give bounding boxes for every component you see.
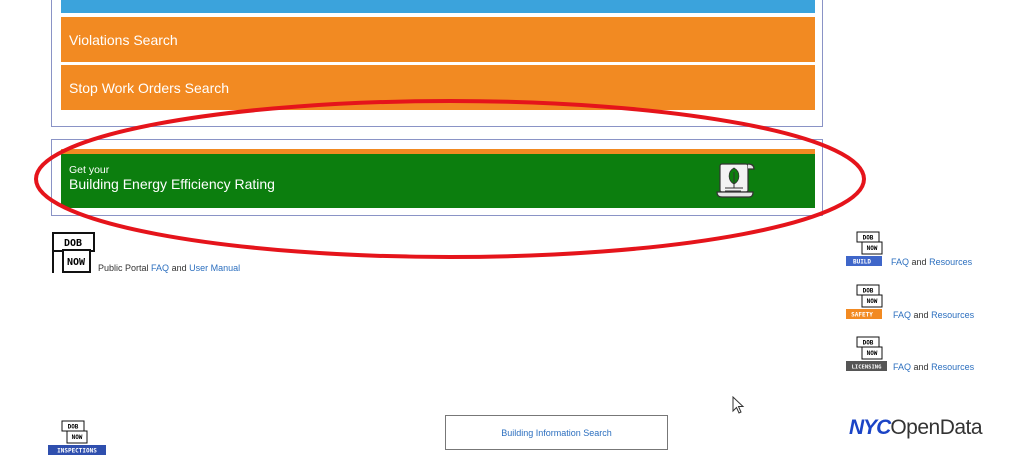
build-faq-link[interactable]: FAQ	[891, 257, 909, 267]
dob-logo-top-text: DOB	[64, 238, 82, 249]
svg-text:DOB: DOB	[863, 288, 874, 295]
dob-logo-bottom-text: NOW	[67, 257, 86, 268]
inspections-badge-text: INSPECTIONS	[57, 448, 97, 455]
open-data-logo-text: OpenData	[890, 416, 983, 439]
certificate-icon	[716, 163, 755, 198]
svg-text:DOB: DOB	[68, 424, 79, 431]
search-bar-partial[interactable]	[61, 0, 815, 13]
dob-now-logo: DOB NOW	[52, 232, 95, 273]
licensing-resources-line: FAQ and Resources	[893, 362, 974, 372]
svg-text:NOW: NOW	[867, 245, 878, 252]
user-manual-link[interactable]: User Manual	[189, 263, 240, 273]
licensing-and: and	[913, 362, 929, 372]
safety-and: and	[913, 310, 929, 320]
nyc-open-data-logo[interactable]: NYCOpenData	[849, 416, 983, 440]
public-portal-line: Public Portal FAQ and User Manual	[98, 263, 240, 273]
dob-now-inspections-logo[interactable]: DOB NOW INSPECTIONS	[47, 420, 109, 456]
violations-search-button[interactable]: Violations Search	[61, 17, 815, 62]
dob-now-safety-logo: DOB NOW SAFETY	[846, 284, 883, 319]
public-portal-prefix: Public Portal	[98, 263, 149, 273]
build-badge-text: BUILD	[853, 259, 871, 266]
energy-efficiency-rating-button[interactable]: Get your Building Energy Efficiency Rati…	[61, 149, 815, 208]
svg-text:DOB: DOB	[863, 235, 874, 242]
nyc-logo-text: NYC	[849, 416, 891, 439]
svg-text:NOW: NOW	[867, 350, 878, 357]
build-resources-link[interactable]: Resources	[929, 257, 972, 267]
violations-search-label: Violations Search	[69, 31, 178, 48]
stop-work-orders-search-button[interactable]: Stop Work Orders Search	[61, 65, 815, 110]
safety-badge-text: SAFETY	[851, 312, 873, 319]
build-resources-line: FAQ and Resources	[891, 257, 972, 267]
licensing-faq-link[interactable]: FAQ	[893, 362, 911, 372]
dob-now-build-logo: DOB NOW BUILD	[846, 231, 883, 266]
build-and: and	[911, 257, 927, 267]
licensing-resources-link[interactable]: Resources	[931, 362, 974, 372]
public-portal-faq-link[interactable]: FAQ	[151, 263, 169, 273]
mouse-cursor-icon	[732, 396, 745, 414]
svg-text:NOW: NOW	[867, 298, 878, 305]
energy-banner-line2: Building Energy Efficiency Rating	[69, 176, 275, 192]
energy-banner-line1: Get your	[69, 164, 110, 176]
public-portal-and: and	[171, 263, 187, 273]
stop-work-orders-search-label: Stop Work Orders Search	[69, 79, 230, 96]
safety-resources-link[interactable]: Resources	[931, 310, 974, 320]
svg-text:NOW: NOW	[72, 434, 83, 441]
safety-resources-line: FAQ and Resources	[893, 310, 974, 320]
safety-faq-link[interactable]: FAQ	[893, 310, 911, 320]
svg-text:DOB: DOB	[863, 340, 874, 347]
dob-now-licensing-logo: DOB NOW LICENSING	[846, 336, 887, 371]
building-information-search-button[interactable]: Building Information Search	[445, 415, 668, 450]
licensing-badge-text: LICENSING	[852, 365, 882, 371]
